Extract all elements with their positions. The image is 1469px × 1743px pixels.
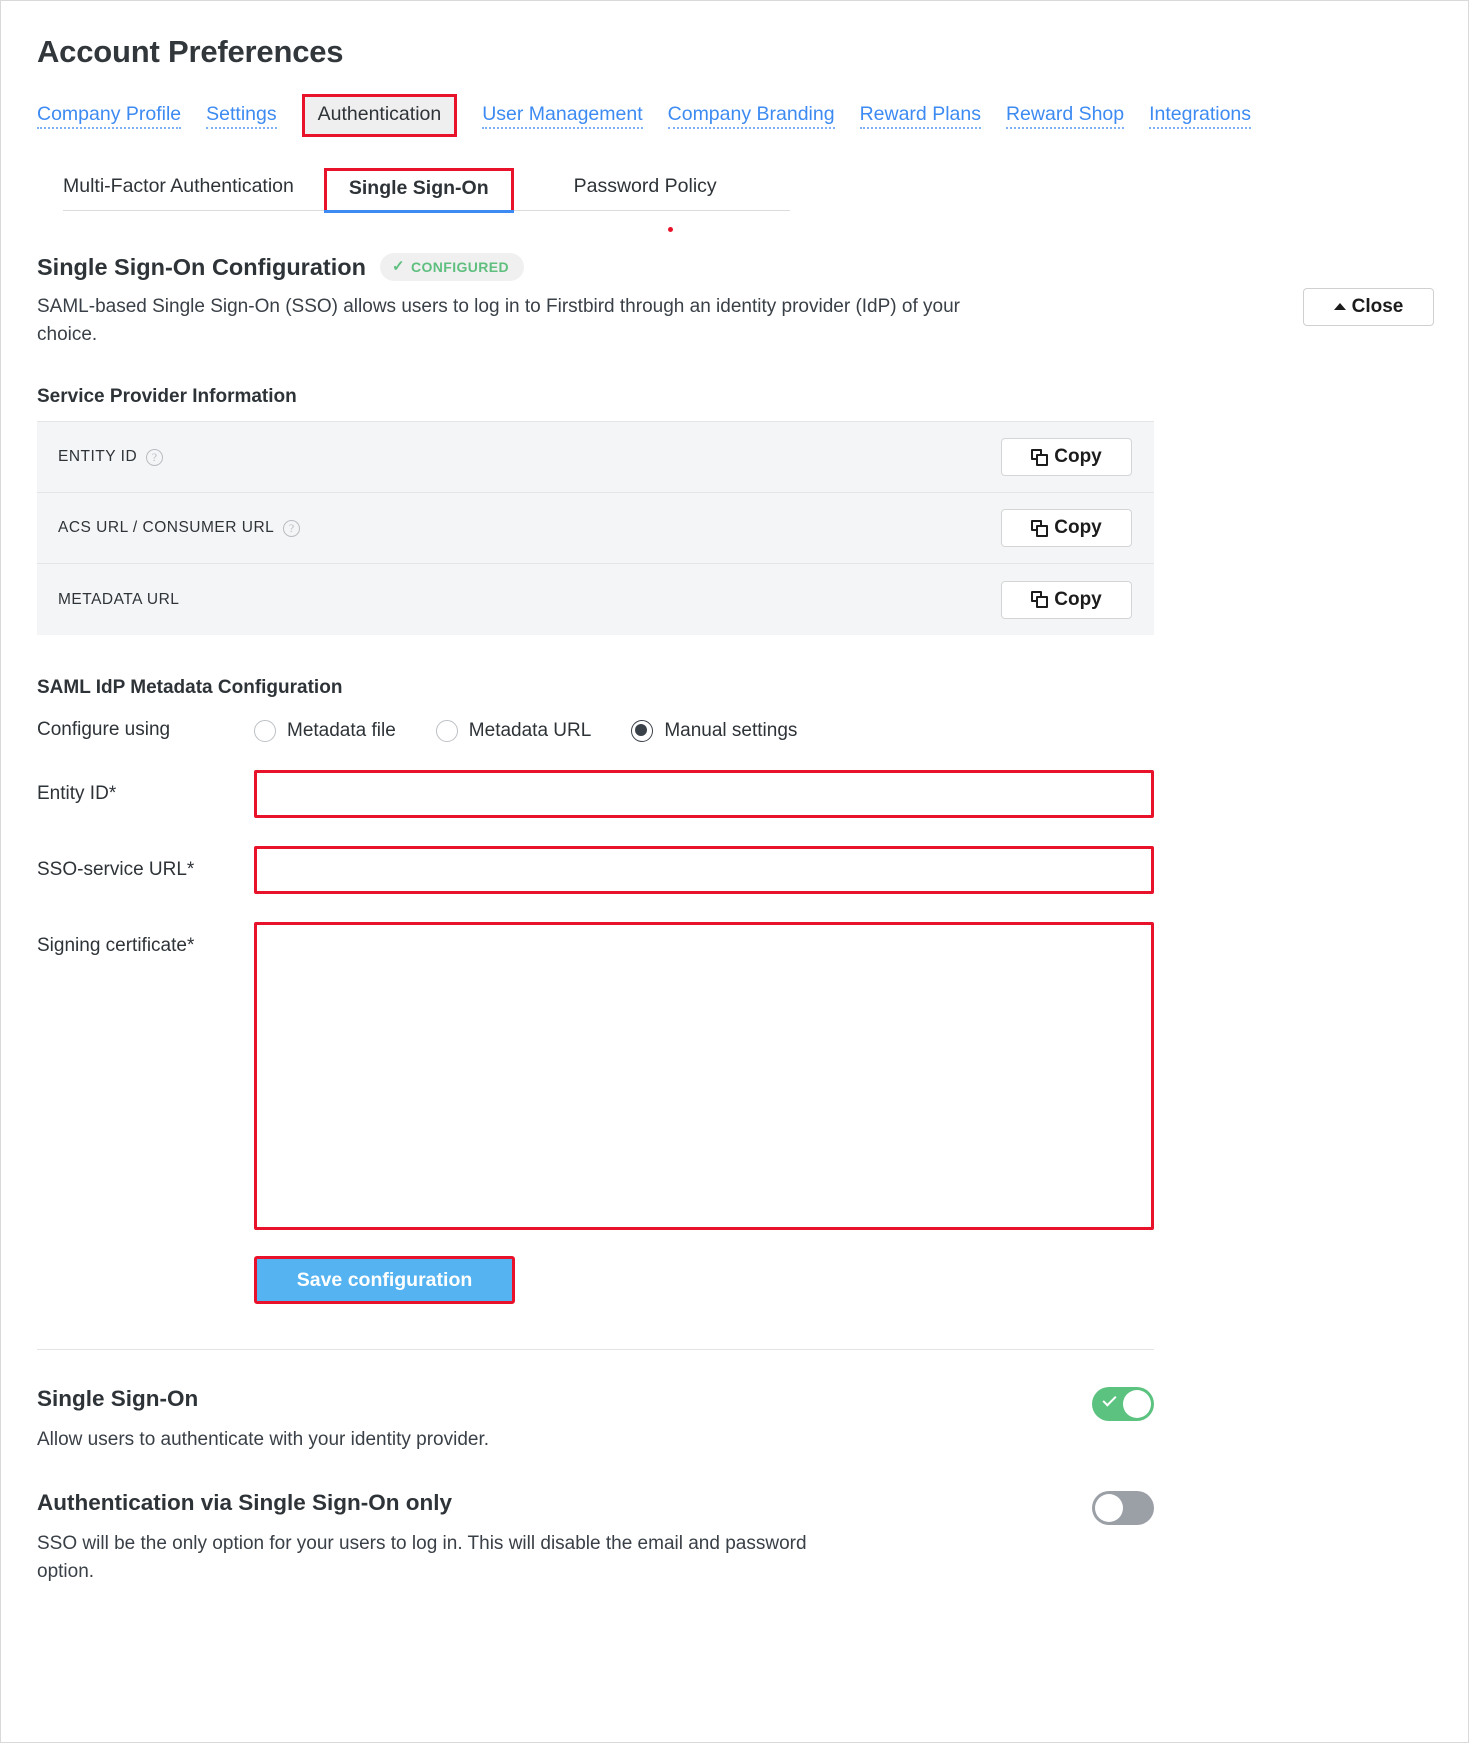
copy-icon: [1031, 519, 1049, 537]
nav-separator: [457, 115, 482, 116]
table-row: ENTITY ID ? Copy: [37, 422, 1154, 494]
status-badge-label: CONFIGURED: [410, 258, 510, 275]
configure-using-label: Configure using: [37, 719, 171, 741]
help-icon[interactable]: ?: [283, 519, 301, 537]
service-provider-heading: Service Provider Information: [37, 386, 297, 408]
page-title: Account Preferences: [37, 34, 344, 69]
help-icon[interactable]: ?: [146, 448, 164, 466]
row-label-metadata-url: METADATA URL: [58, 590, 180, 608]
single-sign-on-toggle[interactable]: [1092, 1387, 1154, 1422]
entity-id-label: Entity ID*: [37, 783, 117, 805]
copy-icon: [1031, 591, 1049, 609]
nav-item-authentication-highlight: Authentication: [301, 94, 458, 137]
nav-item-reward-shop[interactable]: Reward Shop: [1005, 102, 1125, 130]
sso-only-toggle[interactable]: [1092, 1490, 1154, 1525]
nav-separator: [643, 115, 668, 116]
tab-single-sign-on[interactable]: Single Sign-On: [323, 168, 514, 214]
section-divider: [37, 1349, 1154, 1351]
radio-label: Metadata URL: [468, 719, 592, 741]
sso-configuration-title: Single Sign-On Configuration: [37, 253, 366, 280]
row-label-acs-url: ACS URL / CONSUMER URL ?: [58, 519, 301, 537]
nav-item-company-profile[interactable]: Company Profile: [37, 102, 182, 130]
sso-configuration-section: Single Sign-On Configuration ✓ CONFIGURE…: [37, 252, 1434, 349]
radio-metadata-file[interactable]: Metadata file: [254, 719, 396, 742]
caret-up-icon: [1333, 303, 1346, 311]
signing-certificate-row: Signing certificate*: [37, 922, 1434, 1231]
row-label-entity-id: ENTITY ID ?: [58, 448, 164, 466]
required-marker: *: [186, 859, 195, 881]
radio-manual-settings[interactable]: Manual settings: [631, 719, 798, 742]
entity-id-input[interactable]: [254, 770, 1154, 819]
check-icon: [1102, 1392, 1117, 1407]
copy-button-entity-id[interactable]: Copy: [1001, 438, 1132, 477]
radio-icon-selected: [631, 719, 654, 742]
signing-certificate-textarea[interactable]: [254, 922, 1154, 1231]
single-sign-on-toggle-description: Allow users to authenticate with your id…: [37, 1429, 490, 1451]
nav-separator: [835, 115, 860, 116]
tab-single-sign-on-highlight: Single Sign-On: [323, 168, 514, 214]
toggle-text-group: Single Sign-On Allow users to authentica…: [37, 1385, 1092, 1454]
nav-separator: [981, 115, 1006, 116]
nav-separator: [181, 115, 206, 116]
copy-button-metadata-url[interactable]: Copy: [1001, 580, 1132, 619]
single-sign-on-toggle-block: Single Sign-On Allow users to authentica…: [37, 1385, 1154, 1454]
single-sign-on-toggle-title: Single Sign-On: [37, 1386, 199, 1412]
save-configuration-button[interactable]: Save configuration: [254, 1256, 515, 1305]
radio-icon: [254, 719, 276, 742]
save-row: Save configuration: [37, 1256, 1434, 1305]
tab-multi-factor-authentication[interactable]: Multi-Factor Authentication: [63, 175, 294, 209]
sso-only-toggle-block: Authentication via Single Sign-On only S…: [37, 1489, 1154, 1585]
sso-service-url-input[interactable]: [254, 846, 1154, 895]
service-provider-table: ENTITY ID ? Copy ACS URL / CONSUMER URL …: [37, 421, 1154, 636]
radio-metadata-url[interactable]: Metadata URL: [435, 719, 592, 742]
entity-id-row: Entity ID*: [37, 770, 1434, 819]
close-button-label: Close: [1351, 295, 1404, 317]
sso-service-url-label: SSO-service URL*: [37, 859, 195, 881]
status-badge: ✓ CONFIGURED: [379, 252, 525, 281]
required-marker: *: [108, 783, 117, 805]
sso-configuration-description: SAML-based Single Sign-On (SSO) allows u…: [37, 295, 960, 345]
nav-separator: [1124, 115, 1149, 116]
annotation-dot: [668, 227, 673, 232]
nav-separator: [277, 115, 302, 116]
copy-button-label: Copy: [1054, 588, 1102, 610]
required-marker: *: [186, 935, 195, 957]
saml-config-heading: SAML IdP Metadata Configuration: [37, 677, 343, 699]
copy-button-label: Copy: [1054, 517, 1102, 539]
nav-item-user-management[interactable]: User Management: [482, 102, 643, 130]
copy-icon: [1031, 448, 1049, 466]
tab-password-policy[interactable]: Password Policy: [574, 175, 717, 209]
sso-only-toggle-title: Authentication via Single Sign-On only: [37, 1489, 453, 1515]
toggle-knob: [1123, 1390, 1151, 1419]
radio-label: Metadata file: [287, 719, 396, 741]
nav-item-integrations[interactable]: Integrations: [1149, 102, 1252, 130]
table-row: METADATA URL Copy: [37, 564, 1154, 635]
radio-icon: [435, 719, 458, 742]
nav-item-company-branding[interactable]: Company Branding: [667, 102, 835, 130]
toggle-text-group: Authentication via Single Sign-On only S…: [37, 1489, 1092, 1585]
close-button[interactable]: Close: [1303, 287, 1434, 326]
primary-nav: Company Profile Settings Authentication …: [37, 94, 1434, 137]
nav-item-authentication[interactable]: Authentication: [301, 94, 458, 137]
nav-item-reward-plans[interactable]: Reward Plans: [859, 102, 981, 130]
copy-button-label: Copy: [1054, 446, 1102, 468]
copy-button-acs-url[interactable]: Copy: [1001, 509, 1132, 548]
radio-label: Manual settings: [664, 719, 798, 741]
account-preferences-page: Account Preferences Company Profile Sett…: [0, 0, 1469, 1743]
secondary-tabs: Multi-Factor Authentication Single Sign-…: [63, 165, 790, 214]
table-row: ACS URL / CONSUMER URL ? Copy: [37, 493, 1154, 565]
signing-certificate-label: Signing certificate*: [37, 935, 195, 957]
sso-service-url-row: SSO-service URL*: [37, 846, 1434, 895]
toggle-knob: [1095, 1493, 1123, 1522]
configure-using-row: Configure using Metadata file Metadata U…: [37, 719, 1434, 742]
nav-item-settings[interactable]: Settings: [206, 102, 277, 130]
sso-only-toggle-description: SSO will be the only option for your use…: [37, 1532, 807, 1582]
check-icon: ✓: [391, 258, 405, 276]
sso-configuration-header: Single Sign-On Configuration ✓ CONFIGURE…: [37, 252, 1434, 281]
